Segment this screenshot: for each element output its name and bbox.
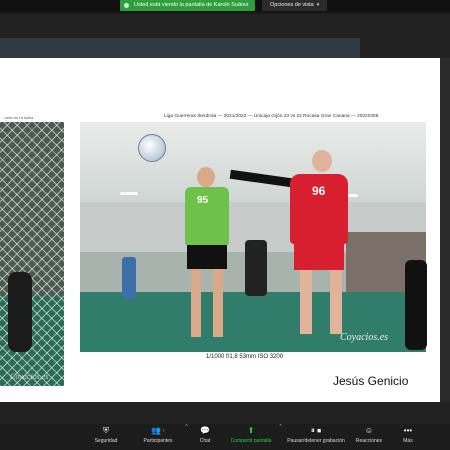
pause-recording-label: Pausar/detener grabación	[287, 438, 345, 444]
reactions-icon: ☺	[364, 426, 374, 435]
left-photo-goalkeeper	[8, 272, 32, 352]
pause-recording-button[interactable]: ⏸ ⏹ Pausar/detener grabación	[284, 424, 348, 450]
sharing-notice-text: Usted está viendo la pantalla de Karolo …	[134, 2, 249, 8]
view-options-label: Opciones de vista	[270, 2, 314, 8]
participants-label: Participantes	[143, 438, 173, 444]
green-player-leg	[191, 269, 201, 337]
red-player-leg	[330, 270, 342, 334]
ceiling-lamp	[120, 192, 138, 195]
green-player-shorts	[187, 245, 227, 269]
participants-button[interactable]: 👥7 Participantes	[136, 424, 180, 450]
share-screen-icon: ⬆	[247, 426, 255, 435]
chevron-up-icon: ^	[185, 424, 188, 430]
share-screen-label: Compartir pantalla	[230, 438, 272, 444]
top-bar: Usted está viendo la pantalla de Karolo …	[0, 0, 450, 12]
left-photo-caption: ...ación de La Araña	[2, 116, 34, 120]
more-icon: •••	[403, 426, 413, 435]
red-player-shorts	[294, 244, 344, 270]
shield-icon: ⛨	[103, 426, 109, 435]
left-photo-watermark: Coyacios.es	[10, 372, 49, 381]
participants-icon: 👥7	[151, 426, 165, 435]
red-jersey-number: 96	[312, 184, 326, 198]
right-photo-sliver	[405, 260, 427, 350]
red-player: 96	[229, 140, 360, 350]
chat-button[interactable]: 💬 Chat	[193, 424, 217, 450]
chevron-down-icon: ▾	[316, 2, 320, 8]
presenter-toolbar-band	[0, 38, 360, 60]
slide-title: Liga Guerreras Iberdrola — 2021/2022 — U…	[164, 114, 379, 119]
more-label: Más	[403, 438, 413, 444]
handball	[138, 134, 166, 162]
meeting-toolbar: ⛨ Seguridad 👥7 Participantes ^ 💬 Chat ⬆ …	[0, 424, 450, 450]
reactions-label: Reacciones	[355, 438, 383, 444]
green-player-leg	[213, 269, 223, 337]
exif-caption: 1/1000 f/1,8 53mm ISO 3200	[206, 354, 284, 360]
chevron-up-icon: ^	[279, 424, 282, 430]
security-button[interactable]: ⛨ Seguridad	[86, 424, 126, 450]
background-player	[122, 257, 136, 299]
red-player-head	[312, 150, 332, 172]
right-panel	[440, 58, 450, 402]
main-photo: 95 96 Coyacios.es	[80, 122, 426, 352]
photo-floor	[80, 292, 426, 352]
red-player-leg	[300, 270, 312, 334]
sharing-dot-icon	[124, 3, 129, 8]
green-player: 95	[175, 167, 237, 337]
view-options-button[interactable]: Opciones de vista ▾	[262, 0, 328, 11]
chat-icon: 💬	[200, 426, 210, 435]
participants-count: 7	[162, 428, 165, 433]
participants-caret[interactable]: ^	[182, 424, 190, 450]
green-jersey-number: 95	[197, 195, 209, 206]
author-name: Jesús Genicio	[333, 374, 409, 388]
chat-label: Chat	[199, 438, 211, 444]
reactions-button[interactable]: ☺ Reacciones	[353, 424, 385, 450]
green-player-head	[197, 167, 215, 187]
left-photo	[0, 122, 64, 386]
more-button[interactable]: ••• Más	[396, 424, 420, 450]
share-screen-button[interactable]: ⬆ Compartir pantalla	[226, 424, 276, 450]
main-photo-watermark: Coyacios.es	[340, 332, 389, 343]
share-caret[interactable]: ^	[276, 424, 284, 450]
photo-ceiling	[80, 122, 426, 202]
sharing-notice: Usted está viendo la pantalla de Karolo …	[120, 0, 255, 11]
security-label: Seguridad	[94, 438, 118, 444]
pause-record-icon: ⏸ ⏹	[310, 426, 322, 435]
